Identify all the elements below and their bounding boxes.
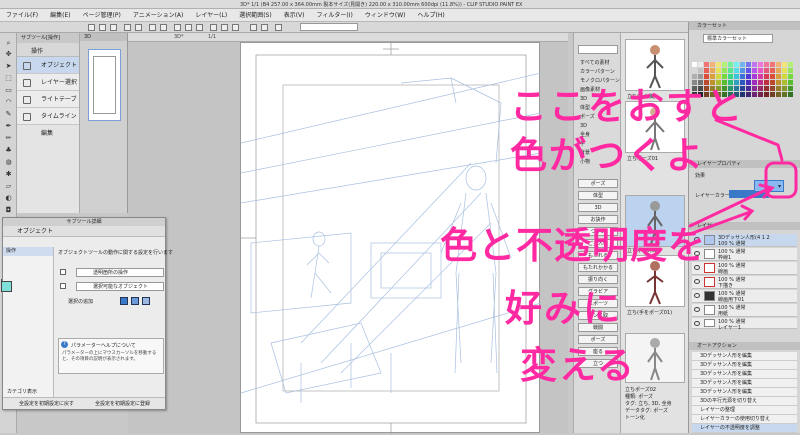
- annotation-text: 色がつくよ: [510, 134, 705, 177]
- annotation-text: 色と不透明度を: [440, 224, 706, 267]
- annotation-text: 変える: [520, 344, 636, 387]
- annotation-text: ここをおすと: [510, 85, 744, 128]
- annotation-text: 好みに: [505, 287, 622, 330]
